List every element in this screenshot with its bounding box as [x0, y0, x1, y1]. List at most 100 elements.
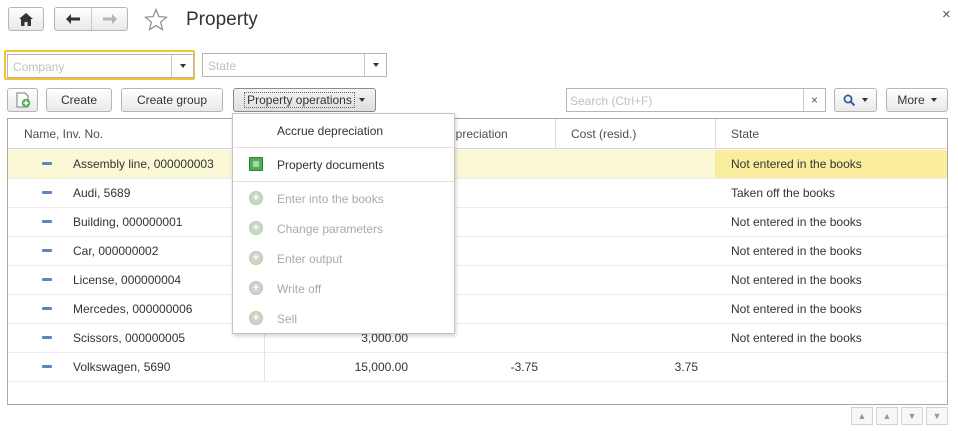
property-operations-menu: Accrue depreciation Property documents + En… [232, 113, 455, 334]
company-field[interactable]: Company [4, 50, 195, 80]
create-copy-button[interactable] [7, 88, 38, 112]
name-cell: Scissors, 000000005 [73, 331, 186, 345]
column-separator [555, 119, 556, 149]
scroll-top-button[interactable]: ▲ [851, 407, 873, 425]
menu-item-label: Write off [277, 282, 322, 296]
document-icon [249, 157, 263, 171]
row-marker-icon [42, 307, 52, 310]
menu-separator [233, 181, 454, 182]
property-operations-button[interactable]: Property operations [233, 88, 376, 112]
company-placeholder: Company [13, 60, 65, 74]
depreciation-cell: -3.75 [510, 360, 538, 374]
menu-item[interactable]: Accrue depreciation [233, 116, 454, 144]
scroll-down-button[interactable]: ▼ [901, 407, 923, 425]
state-cell: Not entered in the books [731, 157, 862, 171]
menu-separator [233, 147, 454, 148]
scroll-top-icon: ▲ [857, 410, 867, 421]
menu-item-label: Sell [277, 312, 298, 326]
chevron-down-icon [930, 98, 937, 102]
menu-item[interactable]: + Write off [233, 274, 454, 302]
scroll-up-button[interactable]: ▲ [876, 407, 898, 425]
name-cell: Volkswagen, 5690 [73, 360, 171, 374]
state-cell: Not entered in the books [731, 331, 862, 345]
menu-item-label: Enter into the books [277, 192, 384, 206]
menu-item-label: Change parameters [277, 222, 384, 236]
table-row[interactable]: Audi, 5689 Taken off the books [8, 179, 947, 208]
add-document-icon [16, 92, 30, 108]
state-dropdown-button[interactable] [364, 54, 386, 76]
table-row[interactable]: Scissors, 000000005 3,000.00 Not entered i… [8, 324, 947, 353]
column-header-state[interactable]: State [731, 119, 759, 149]
table-row[interactable]: Assembly line, 000000003 Not entered in t… [8, 150, 947, 179]
row-marker-icon [42, 249, 52, 252]
plus-circle-icon: + [249, 221, 263, 235]
name-cell: Building, 000000001 [73, 215, 183, 229]
menu-item-label: Accrue depreciation [277, 124, 384, 138]
name-cell: License, 000000004 [73, 273, 182, 287]
row-marker-icon [42, 162, 52, 165]
state-field[interactable]: State [202, 53, 387, 77]
create-group-button[interactable]: Create group [121, 88, 223, 112]
chevron-down-icon [358, 98, 365, 102]
clear-search-button[interactable]: × [803, 89, 825, 111]
state-placeholder: State [208, 59, 237, 73]
menu-item[interactable]: + Sell [233, 304, 454, 332]
plus-circle-icon: + [249, 251, 263, 265]
column-header-depreciation[interactable]: epreciation [449, 119, 508, 149]
property-table[interactable]: Name, Inv. No. epreciation Cost (resid.)… [7, 118, 948, 405]
search-options-button[interactable] [834, 88, 877, 112]
search-icon [843, 94, 856, 106]
home-icon [19, 12, 33, 26]
close-icon[interactable]: × [942, 6, 951, 23]
name-cell: Audi, 5689 [73, 186, 131, 200]
column-header-name[interactable]: Name, Inv. No. [24, 119, 103, 149]
plus-circle-icon: + [249, 191, 263, 205]
menu-item[interactable]: Property documents [233, 150, 454, 178]
forward-button[interactable] [92, 8, 127, 30]
home-button[interactable] [8, 7, 44, 31]
scroll-bottom-button[interactable]: ▼ [926, 407, 948, 425]
menu-item[interactable]: + Enter output [233, 244, 454, 272]
table-row[interactable]: Mercedes, 000000006 Not entered in the bo… [8, 295, 947, 324]
state-cell: Not entered in the books [731, 244, 862, 258]
search-placeholder: Search (Ctrl+F) [570, 94, 653, 108]
residual-cell: 3.75 [674, 360, 698, 374]
column-separator [715, 119, 716, 149]
favorite-star-icon[interactable] [143, 7, 169, 32]
menu-item[interactable]: + Change parameters [233, 214, 454, 242]
row-marker-icon [42, 220, 52, 223]
scroll-down-icon: ▼ [907, 410, 917, 421]
property-operations-label: Property operations [244, 92, 355, 108]
table-row[interactable]: Building, 000000001 Not entered in the bo… [8, 208, 947, 237]
row-marker-icon [42, 336, 52, 339]
create-button[interactable]: Create [46, 88, 112, 112]
row-marker-icon [42, 278, 52, 281]
search-input[interactable]: Search (Ctrl+F) × [566, 88, 826, 112]
arrow-right-icon [102, 14, 117, 24]
cost-cell: 15,000.00 [354, 360, 408, 374]
plus-circle-icon: + [249, 311, 263, 325]
table-row[interactable]: Volkswagen, 5690 15,000.00 -3.75 3.75 [8, 353, 947, 382]
table-header: Name, Inv. No. epreciation Cost (resid.)… [8, 119, 947, 149]
clear-icon: × [810, 93, 818, 107]
table-row[interactable]: License, 000000004 Not entered in the boo… [8, 266, 947, 295]
table-row[interactable]: Car, 000000002 Not entered in the books [8, 237, 947, 266]
scroll-up-icon: ▲ [882, 410, 892, 421]
name-cell: Mercedes, 000000006 [73, 302, 193, 316]
scroll-bottom-icon: ▼ [932, 410, 942, 421]
company-dropdown-button[interactable] [171, 55, 193, 77]
menu-item[interactable]: + Enter into the books [233, 184, 454, 212]
menu-item-label: Property documents [277, 158, 385, 172]
page-title: Property [186, 9, 258, 30]
state-cell: Not entered in the books [731, 302, 862, 316]
more-button[interactable]: More [886, 88, 948, 112]
column-header-cost-resid[interactable]: Cost (resid.) [571, 119, 636, 149]
arrow-left-icon [66, 14, 80, 24]
plus-circle-icon: + [249, 281, 263, 295]
more-label: More [897, 93, 925, 107]
menu-item-label: Enter output [277, 252, 343, 266]
row-marker-icon [42, 365, 52, 368]
back-button[interactable] [55, 8, 92, 30]
name-cell: Car, 000000002 [73, 244, 159, 258]
chevron-down-icon [372, 63, 379, 67]
